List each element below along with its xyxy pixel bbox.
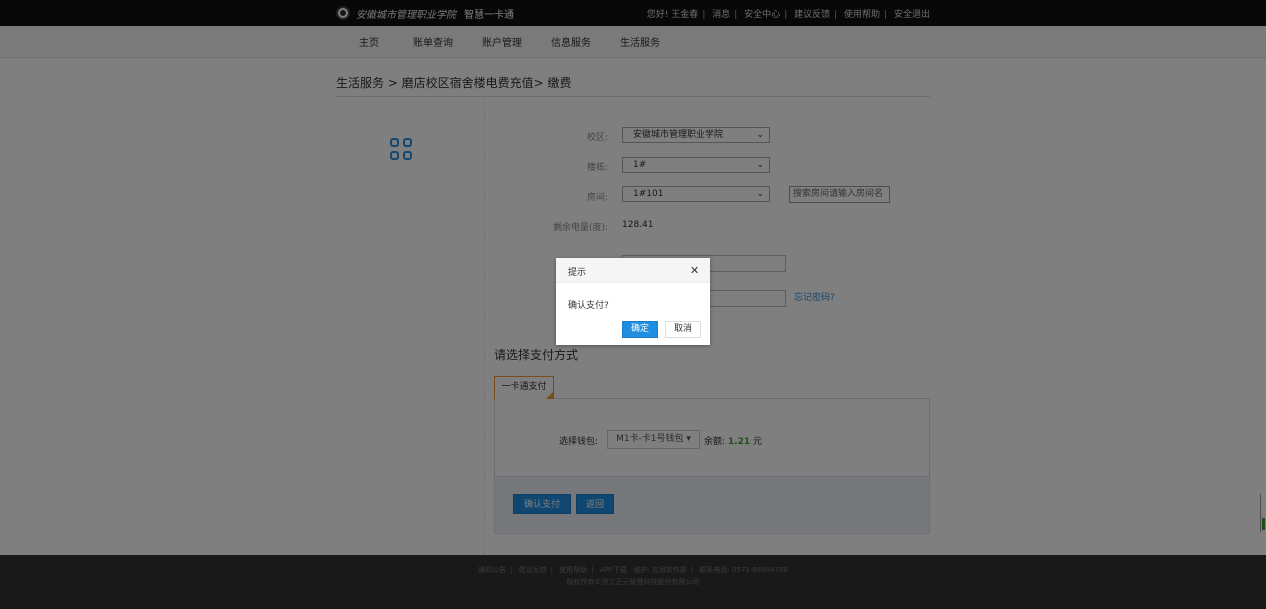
- dialog-message: 确认支付?: [568, 301, 609, 311]
- close-icon[interactable]: ✕: [690, 265, 699, 276]
- dialog-title: 提示: [568, 268, 587, 278]
- dialog-header: 提示 ✕: [556, 258, 710, 283]
- dialog-cancel-button[interactable]: 取消: [665, 321, 701, 338]
- dialog-ok-button[interactable]: 确定: [622, 321, 658, 338]
